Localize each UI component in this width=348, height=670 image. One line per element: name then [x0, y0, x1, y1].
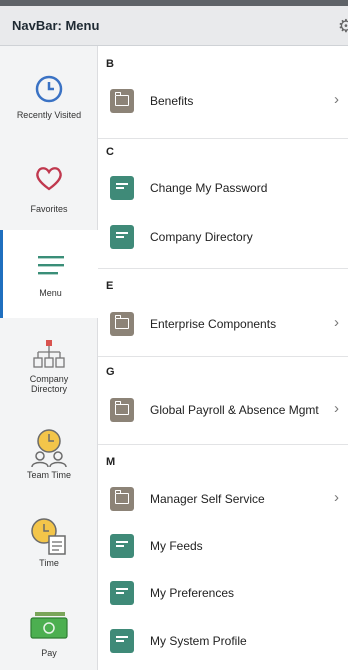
- section-letter: B: [106, 58, 114, 70]
- sidebar-item-recently-visited[interactable]: Recently Visited: [0, 74, 98, 120]
- menu-item-label: Change My Password: [150, 181, 268, 195]
- divider: [98, 138, 348, 139]
- section-letter: M: [106, 456, 116, 468]
- sidebar-item-company-directory[interactable]: Company Directory: [0, 338, 98, 394]
- sidebar-item-label: Time: [39, 558, 59, 568]
- sidebar-item-menu[interactable]: Menu: [0, 230, 98, 318]
- org-chart-icon: [33, 340, 65, 368]
- divider: [98, 356, 348, 357]
- sidebar-item-label: Menu: [39, 288, 62, 298]
- page-icon: [110, 581, 134, 605]
- page-icon: [110, 225, 134, 249]
- money-icon: [30, 612, 68, 639]
- chevron-right-icon: ›: [334, 400, 339, 417]
- chevron-right-icon: ›: [334, 489, 339, 506]
- page-icon: [110, 534, 134, 558]
- timesheet-clock-icon: [31, 518, 66, 555]
- settings-gear-icon[interactable]: ⚙: [338, 16, 348, 37]
- menu-item-my-system-profile[interactable]: My System Profile: [98, 621, 348, 661]
- menu-list: B Benefits › C Change My Password Compan…: [98, 46, 348, 670]
- page-title: NavBar: Menu: [12, 18, 100, 33]
- menu-item-enterprise-components[interactable]: Enterprise Components ›: [98, 304, 348, 344]
- menu-item-label: Enterprise Components: [150, 317, 277, 331]
- folder-icon: [110, 312, 134, 336]
- section-letter: C: [106, 146, 114, 158]
- sidebar-item-label: Team Time: [26, 470, 71, 480]
- folder-icon: [110, 398, 134, 422]
- menu-item-my-feeds[interactable]: My Feeds: [98, 526, 348, 566]
- menu-item-label: Company Directory: [150, 230, 253, 244]
- sidebar-item-label: Favorites: [30, 204, 68, 214]
- heart-icon: [36, 167, 62, 191]
- menu-item-label: My System Profile: [150, 634, 247, 648]
- menu-item-manager-self-service[interactable]: Manager Self Service ›: [98, 479, 348, 519]
- menu-item-benefits[interactable]: Benefits ›: [98, 81, 348, 121]
- menu-item-label: My Preferences: [150, 586, 235, 600]
- section-letter: G: [106, 366, 115, 378]
- sidebar-item-favorites[interactable]: Favorites: [0, 164, 98, 214]
- divider: [98, 268, 348, 269]
- sidebar-item-label: Pay: [41, 648, 57, 658]
- navbar-sidebar: Recently Visited Favorites Menu Company …: [0, 46, 98, 670]
- sidebar-item-team-time[interactable]: Team Time: [0, 428, 98, 480]
- hamburger-menu-icon: [37, 256, 64, 275]
- team-time-icon: [31, 429, 67, 468]
- menu-item-label: Manager Self Service: [150, 492, 265, 506]
- sidebar-item-label: Recently Visited: [16, 110, 82, 120]
- chevron-right-icon: ›: [334, 314, 339, 331]
- menu-item-my-preferences[interactable]: My Preferences: [98, 573, 348, 613]
- clock-icon: [35, 75, 63, 103]
- menu-item-label: Global Payroll & Absence Mgmt: [150, 403, 319, 417]
- folder-icon: [110, 89, 134, 113]
- sidebar-item-pay[interactable]: Pay: [0, 610, 98, 658]
- sidebar-item-label: Company Directory: [29, 374, 69, 394]
- menu-item-label: My Feeds: [150, 539, 203, 553]
- page-icon: [110, 629, 134, 653]
- navbar-header: NavBar: Menu ⚙: [0, 6, 348, 46]
- menu-item-change-my-password[interactable]: Change My Password: [98, 168, 348, 208]
- folder-icon: [110, 487, 134, 511]
- section-letter: E: [106, 280, 114, 292]
- menu-item-global-payroll[interactable]: Global Payroll & Absence Mgmt ›: [98, 390, 348, 430]
- divider: [98, 444, 348, 445]
- chevron-right-icon: ›: [334, 91, 339, 108]
- menu-item-company-directory[interactable]: Company Directory: [98, 217, 348, 257]
- menu-item-label: Benefits: [150, 94, 194, 108]
- page-icon: [110, 176, 134, 200]
- sidebar-item-time[interactable]: Time: [0, 516, 98, 568]
